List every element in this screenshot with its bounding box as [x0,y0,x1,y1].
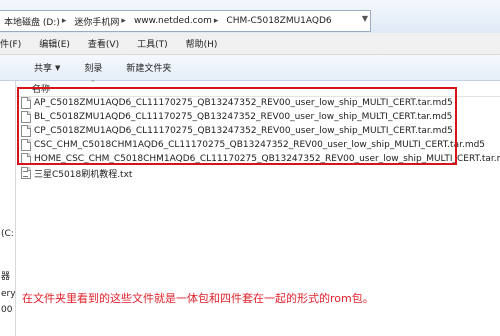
file-name: CP_C5018ZMU1AQD6_CL11170275_QB13247352_R… [34,126,453,136]
breadcrumb-label: www.netded.com [133,16,212,26]
column-header-label: 名称 [32,85,51,95]
breadcrumb-label: 迷你手机网 [74,17,120,28]
burn-button[interactable]: 刻录 [72,61,114,74]
breadcrumb-separator-icon[interactable]: ▸ [214,16,219,26]
file-name: HOME_CSC_CHM_C5018CHM1AQD6_CL11170275_QB… [34,154,500,164]
annotation-caption: 在文件夹里看到的这些文件就是一体包和四件套在一起的形式的rom包。 [22,292,374,305]
file-row[interactable]: AP_C5018ZMU1AQD6_CL11170275_QB13247352_R… [16,96,500,110]
navigation-pane[interactable]: (C: 器 ery 00 [0,81,16,336]
file-icon [21,97,31,109]
share-label: 共享 [34,64,53,74]
file-icon [21,139,31,151]
address-bar[interactable]: 本地磁盘 (D:) ▸ 迷你手机网 ▸ www.netded.com ▸ CHM-C5… [0,10,371,32]
file-icon [21,153,31,165]
menu-edit[interactable]: 编辑(E) [30,37,79,50]
file-name: CSC_CHM_C5018CHM1AQD6_CL11170275_QB13247… [34,140,486,150]
new-folder-label: 新建文件夹 [126,64,172,74]
menu-view[interactable]: 查看(V) [79,37,128,50]
breadcrumb-current[interactable]: CHM-C5018ZMU1AQD6 [226,16,331,26]
share-button[interactable]: 共享 ▼ [0,61,72,75]
file-row[interactable]: HOME_CSC_CHM_C5018CHM1AQD6_CL11170275_QB… [16,152,500,166]
breadcrumb-folder[interactable]: www.netded.com ▸ [134,16,222,26]
breadcrumb-separator-icon[interactable]: ▸ [62,16,67,26]
breadcrumb-label: 本地磁盘 (D:) [4,17,60,28]
address-bar-area: 本地磁盘 (D:) ▸ 迷你手机网 ▸ www.netded.com ▸ CHM-C5… [0,0,500,34]
file-row[interactable]: CP_C5018ZMU1AQD6_CL11170275_QB13247352_R… [16,124,500,138]
file-name: BL_C5018ZMU1AQD6_CL11170275_QB13247352_R… [34,112,453,122]
file-name: 三星C5018刷机教程.txt [34,169,133,180]
chevron-down-icon: ▼ [55,63,61,72]
breadcrumb-separator-icon[interactable]: ▸ [121,16,126,26]
breadcrumb-folder[interactable]: 迷你手机网 ▸ [74,15,130,28]
chevron-down-icon[interactable]: ▼ [362,14,368,23]
file-icon [21,111,31,123]
file-row[interactable]: BL_C5018ZMU1AQD6_CL11170275_QB13247352_R… [16,110,500,124]
new-folder-button[interactable]: 新建文件夹 [114,61,183,74]
file-name: AP_C5018ZMU1AQD6_CL11170275_QB13247352_R… [34,98,453,108]
burn-label: 刻录 [84,64,103,74]
breadcrumb-drive[interactable]: 本地磁盘 (D:) ▸ [4,15,70,28]
menu-bar: 件(F) 编辑(E) 查看(V) 工具(T) 帮助(H) [0,33,500,55]
file-row[interactable]: CSC_CHM_C5018CHM1AQD6_CL11170275_QB13247… [16,138,500,152]
command-toolbar: 共享 ▼ 刻录 新建文件夹 [0,55,500,81]
sort-indicator-icon: ⌃ [90,79,96,87]
nav-item[interactable]: ery [1,289,15,299]
file-icon [21,125,31,137]
nav-item-drive-c[interactable]: (C: [1,229,14,239]
text-file-icon [21,167,31,179]
menu-file[interactable]: 件(F) [0,37,30,50]
breadcrumb-label: CHM-C5018ZMU1AQD6 [226,16,332,26]
nav-item[interactable]: 器 [1,269,10,282]
file-row[interactable]: 三星C5018刷机教程.txt [16,166,500,180]
menu-tools[interactable]: 工具(T) [128,37,177,50]
menu-help[interactable]: 帮助(H) [177,37,227,50]
column-header-name[interactable]: 名称 ⌃ [16,79,500,97]
nav-item[interactable]: 00 [1,305,12,315]
